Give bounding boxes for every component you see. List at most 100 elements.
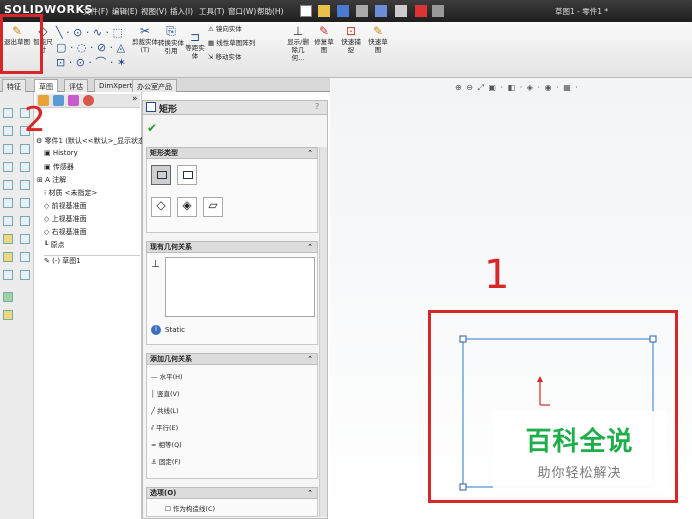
construction-checkbox[interactable]: ☐ 作为构造线(C)	[165, 503, 215, 513]
show-delete-relations-button[interactable]: ⊥ 显示/删除几何...	[286, 24, 310, 70]
sketch-tool-icon[interactable]	[3, 198, 13, 208]
section-add-relations-header[interactable]: 添加几何关系 ⌃	[146, 353, 318, 365]
sketch-tool-icon[interactable]	[20, 252, 30, 262]
sketch-tool-icon[interactable]	[3, 144, 13, 154]
display-tab-icon[interactable]	[83, 95, 94, 106]
collapse-icon[interactable]: ⌃	[307, 148, 313, 159]
tree-item-right-plane[interactable]: ◇ 右视基准面	[44, 227, 87, 237]
sketch-tool-icon[interactable]	[3, 216, 13, 226]
linear-pattern-button[interactable]: ▦ 线性草图阵列	[208, 39, 284, 47]
document-title: 草图1 - 零件1 *	[555, 7, 609, 16]
rebuild-icon[interactable]	[415, 5, 427, 17]
menu-tools[interactable]: 工具(T)	[199, 6, 224, 17]
options-icon[interactable]	[432, 5, 444, 17]
existing-relations-list[interactable]	[165, 257, 315, 317]
sketch-tool-icon[interactable]	[3, 126, 13, 136]
collapse-icon[interactable]: ⌃	[307, 488, 313, 499]
heads-up-view-toolbar[interactable]: ⊕ ⊖ ⤢ ▣ · ◧ · ◈ · ◉ · ▦ ·	[455, 83, 579, 93]
relation-collinear[interactable]: ╱ 共线(L)	[151, 405, 179, 415]
section-add-relations-body: — 水平(H) │ 竖直(V) ╱ 共线(L) ⫽ 平行(E) = 相等(Q) …	[146, 365, 318, 479]
expand-panel-icon[interactable]: »	[132, 94, 138, 104]
collapse-icon[interactable]: ⌃	[307, 242, 313, 253]
parallelogram-option[interactable]: ▱	[203, 197, 223, 217]
property-tab-icon[interactable]	[53, 95, 64, 106]
sketch-tool-icon[interactable]	[20, 216, 30, 226]
print-icon[interactable]	[356, 5, 368, 17]
menu-help[interactable]: 帮助(H)	[257, 6, 284, 17]
section-existing-relations-header[interactable]: 现有几何关系 ⌃	[146, 241, 318, 253]
3pt-center-option[interactable]: ◈	[177, 197, 197, 217]
move-entities-button[interactable]: ⇲ 移动实体	[208, 53, 284, 61]
quick-snap-label: 快速捕捉	[341, 38, 361, 54]
sketch-tool-icon[interactable]	[3, 310, 13, 320]
menu-view[interactable]: 视图(V)	[141, 6, 167, 17]
undo-icon[interactable]	[375, 5, 387, 17]
relation-equal[interactable]: = 相等(Q)	[151, 439, 182, 449]
tab-features[interactable]: 特征	[2, 79, 26, 92]
relation-perpendicular-icon: ⊥	[151, 259, 160, 270]
menu-edit[interactable]: 编辑(E)	[112, 6, 138, 17]
rectangle-icon	[157, 171, 167, 179]
pm-scrollbar[interactable]	[319, 147, 327, 517]
tree-item-sketch1[interactable]: ✎ (-) 草图1	[44, 255, 140, 266]
save-icon[interactable]	[337, 5, 349, 17]
sketch-tool-icon[interactable]	[20, 162, 30, 172]
tree-item-sensors[interactable]: ▣ 传感器	[44, 162, 74, 172]
sketch-tool-icon[interactable]	[3, 252, 13, 262]
tree-item-origin[interactable]: ┖ 原点	[44, 240, 64, 250]
tab-dimxpert[interactable]: DimXpert	[94, 79, 138, 92]
3pt-corner-option[interactable]: ◇	[151, 197, 171, 217]
tree-item-history[interactable]: ▣ History	[44, 149, 78, 157]
collapse-icon[interactable]: ⌃	[307, 354, 313, 365]
relation-horizontal[interactable]: — 水平(H)	[151, 371, 183, 381]
sketch-tool-icon[interactable]	[3, 162, 13, 172]
sketch-tool-icon[interactable]	[3, 270, 13, 280]
relation-fix[interactable]: ⚓ 固定(F)	[151, 456, 181, 466]
rectangle-tools[interactable]: ▢ · ◌ · ⊘ · ◬	[56, 40, 130, 55]
line-tools[interactable]: ╲ · ⊙ · ∿ · ⬚	[56, 25, 130, 40]
corner-rectangle-option[interactable]	[151, 165, 171, 185]
tree-item-material[interactable]: ⁝ 材质 <未指定>	[44, 188, 97, 198]
section-rect-type-header[interactable]: 矩形类型 ⌃	[146, 147, 318, 159]
section-options-header[interactable]: 选项(O) ⌃	[146, 487, 318, 499]
mirror-button[interactable]: ⚠ 镜向实体	[208, 25, 284, 33]
slot-tools[interactable]: ⊡ · ⊙ · ⌒ · ✶	[56, 55, 130, 70]
convert-entities-button[interactable]: ⎘ 转换实体引用	[158, 24, 184, 70]
tree-item-front-plane[interactable]: ◇ 前视基准面	[44, 201, 87, 211]
open-icon[interactable]	[318, 5, 330, 17]
trim-button[interactable]: ✂ 剪裁实体(T)	[132, 24, 158, 70]
quick-snap-button[interactable]: ⊡ 快速捕捉	[339, 24, 363, 70]
sketch-tool-icon[interactable]	[3, 108, 13, 118]
config-tab-icon[interactable]	[68, 95, 79, 106]
help-button[interactable]: ?	[315, 102, 319, 111]
rapid-sketch-button[interactable]: ✎ 快速草图	[366, 24, 390, 70]
sketch-tool-icon[interactable]	[20, 198, 30, 208]
tab-office-products[interactable]: 办公室产品	[132, 79, 177, 92]
relation-vertical[interactable]: │ 竖直(V)	[151, 388, 180, 398]
tree-item-annotations[interactable]: ⊞ A 注解	[37, 175, 66, 185]
offset-label: 等距实体	[185, 44, 205, 60]
sketch-tool-icon[interactable]	[3, 292, 13, 302]
menu-window[interactable]: 窗口(W)	[228, 6, 256, 17]
sketch-tool-icon[interactable]	[20, 180, 30, 190]
trim-label: 剪裁实体(T)	[132, 38, 158, 54]
sketch-tool-icon[interactable]	[3, 234, 13, 244]
select-icon[interactable]	[395, 5, 407, 17]
show-delete-label: 显示/删除几何...	[287, 38, 309, 62]
relation-parallel[interactable]: ⫽ 平行(E)	[151, 422, 178, 433]
menu-file[interactable]: 文件(F)	[83, 6, 108, 17]
tab-evaluate[interactable]: 评估	[64, 79, 88, 92]
center-rectangle-option[interactable]	[177, 165, 197, 185]
menu-insert[interactable]: 插入(I)	[170, 6, 193, 17]
sketch-tool-icon[interactable]	[3, 180, 13, 190]
sketch-tool-icon[interactable]	[20, 270, 30, 280]
tree-item-top-plane[interactable]: ◇ 上视基准面	[44, 214, 87, 224]
tab-sketch[interactable]: 草图	[34, 79, 58, 92]
tree-root[interactable]: ⚙ 零件1 (默认<<默认>_显示状态	[36, 136, 145, 146]
repair-sketch-button[interactable]: ✎ 修复草图	[312, 24, 336, 70]
new-icon[interactable]	[300, 5, 312, 17]
ok-check-icon[interactable]: ✔	[147, 121, 157, 135]
sketch-tool-icon[interactable]	[20, 144, 30, 154]
sketch-tool-icon[interactable]	[20, 234, 30, 244]
offset-button[interactable]: ⊐ 等距实体	[184, 30, 206, 70]
